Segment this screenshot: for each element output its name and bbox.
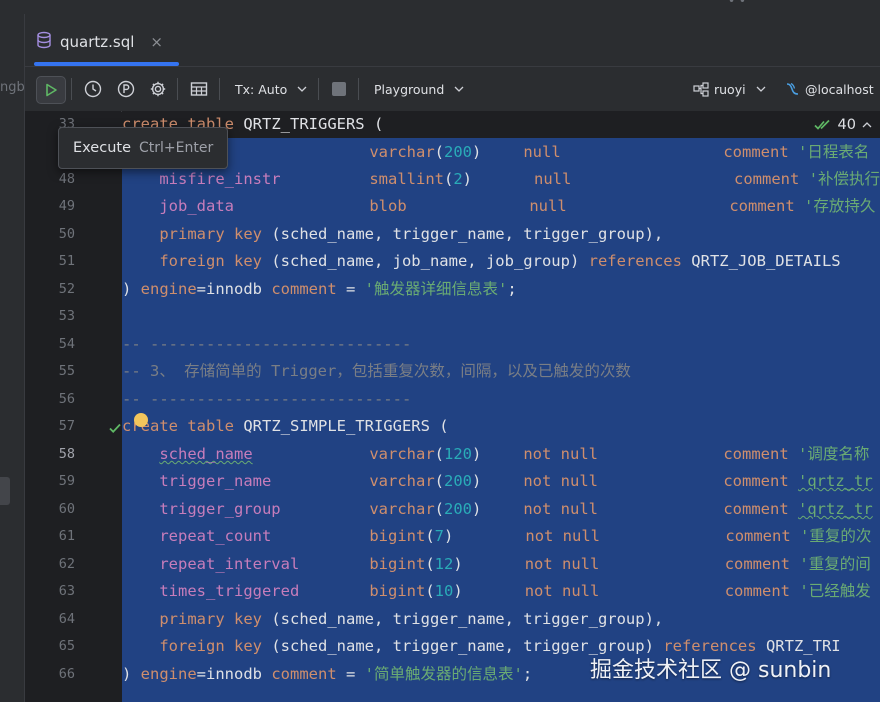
chevron-down-icon xyxy=(756,86,766,92)
window-top-strip: • • xyxy=(0,0,880,15)
line-number: 49 xyxy=(58,198,75,214)
stop-icon xyxy=(332,82,346,96)
double-check-icon xyxy=(813,119,830,130)
line-number: 66 xyxy=(58,666,75,682)
code-line: trigger_name varchar(200) not null comment … xyxy=(159,472,873,490)
line-number: 51 xyxy=(58,253,75,269)
editor-tab-bar: quartz.sql × xyxy=(25,14,880,67)
gear-icon xyxy=(150,81,166,97)
active-tab-indicator xyxy=(34,62,179,66)
editor-toolbar: Tx: Auto Playground ruoyi @localhost xyxy=(25,67,880,112)
execute-button[interactable] xyxy=(36,76,66,104)
schema-label: ruoyi xyxy=(714,81,746,97)
line-number: 56 xyxy=(58,391,75,407)
table-icon xyxy=(190,82,208,96)
line-number: 55 xyxy=(58,363,75,379)
tooltip-shortcut: Ctrl+Enter xyxy=(139,140,214,156)
playground-dropdown[interactable]: Playground xyxy=(374,76,464,102)
settings-button[interactable] xyxy=(146,76,170,102)
code-line: times_triggered bigint(10) not null comment… xyxy=(159,582,871,600)
database-file-icon xyxy=(36,31,52,53)
line-number-current: 58 xyxy=(58,446,75,462)
code-line: sched_name varchar(120) not null comment '调… xyxy=(159,445,870,463)
chevron-up-icon[interactable] xyxy=(862,122,872,128)
chevron-down-icon xyxy=(454,86,464,92)
line-number: 52 xyxy=(58,281,75,297)
line-number: 61 xyxy=(58,528,75,544)
code-line: repeat_count bigint(7) not null comment '重复… xyxy=(159,527,872,545)
tx-label: Tx: Auto xyxy=(235,81,288,97)
execute-tooltip: Execute Ctrl+Enter xyxy=(58,127,228,169)
code-line: foreign key (sched_name, job_name, job_g… xyxy=(159,252,841,270)
checkmark-icon xyxy=(109,423,121,433)
more-icon[interactable]: • • xyxy=(728,0,746,8)
watermark: 掘金技术社区 @ sunbin xyxy=(590,658,832,683)
close-tab-icon[interactable]: × xyxy=(150,33,163,51)
line-number: 60 xyxy=(58,501,75,517)
code-line: primary key (sched_name, trigger_name, t… xyxy=(159,225,664,243)
left-tool-panel: ngbo xyxy=(0,14,33,702)
toolbar-separator xyxy=(71,78,72,100)
schema-dropdown[interactable]: ruoyi xyxy=(693,76,766,102)
code-line: misfire_instr smallint(2) null comment '补偿执… xyxy=(159,170,880,188)
toolbar-separator xyxy=(177,78,178,100)
code-comment: -- ---------------------------- xyxy=(122,335,412,353)
line-number: 64 xyxy=(58,611,75,627)
history-button[interactable] xyxy=(81,76,105,102)
tab-label: quartz.sql xyxy=(60,33,135,51)
line-number: 53 xyxy=(58,308,75,324)
code-line: r_namevarchar(200)nullcomment '日程表名 xyxy=(159,143,870,161)
datasource-icon xyxy=(786,82,799,95)
line-number-gutter: 33 48 49 50 51 52 53 54 55 56 57 58 59 6… xyxy=(25,111,121,702)
line-number: 50 xyxy=(58,226,75,242)
intention-bulb-icon[interactable] xyxy=(134,413,148,427)
code-line: ) engine=innodb comment = '触发器详细信息表'; xyxy=(122,280,517,298)
code-line: create table QRTZ_SIMPLE_TRIGGERS ( xyxy=(122,417,449,435)
inspection-widget[interactable]: 40 xyxy=(813,117,872,133)
clock-icon xyxy=(84,80,102,98)
code-editor[interactable]: 40 create table QRTZ_TRIGGERS ( r_nameva… xyxy=(122,111,880,702)
code-line: trigger_group varchar(200) not null comment… xyxy=(159,500,873,518)
code-line: primary key (sched_name, trigger_name, t… xyxy=(159,610,664,628)
datasource-dropdown[interactable]: @localhost xyxy=(785,76,874,102)
table-view-button[interactable] xyxy=(187,76,211,102)
line-number: 59 xyxy=(58,473,75,489)
toolbar-separator xyxy=(318,78,319,100)
line-number: 57 xyxy=(58,418,75,434)
line-number: 62 xyxy=(58,556,75,572)
pin-button[interactable] xyxy=(114,76,138,102)
code-line: job_data blob null comment '存放持久 xyxy=(159,197,876,215)
playground-label: Playground xyxy=(374,81,445,97)
panel-selection-marker xyxy=(0,477,10,505)
code-line: repeat_interval bigint(12) not null comment… xyxy=(159,555,871,573)
code-comment: -- 3、 存储简单的 Trigger，包括重复次数，间隔，以及已触发的次数 xyxy=(122,362,631,380)
inspection-count: 40 xyxy=(837,117,856,133)
line-number: 65 xyxy=(58,638,75,654)
code-line: ) engine=innodb comment = '简单触发器的信息表'; xyxy=(122,665,533,683)
transaction-mode-dropdown[interactable]: Tx: Auto xyxy=(235,76,307,102)
tab-quartz-sql[interactable]: quartz.sql × xyxy=(36,30,163,54)
line-number: 48 xyxy=(58,171,75,187)
line-number: 63 xyxy=(58,583,75,599)
tooltip-title: Execute xyxy=(73,140,131,156)
code-comment: -- ---------------------------- xyxy=(122,390,412,408)
toolbar-separator xyxy=(358,78,359,100)
p-circle-icon xyxy=(117,80,135,98)
line-number: 54 xyxy=(58,336,75,352)
stop-button[interactable] xyxy=(328,76,350,102)
datasource-label: @localhost xyxy=(805,81,874,97)
toolbar-separator xyxy=(219,78,220,100)
schema-icon xyxy=(693,81,709,97)
play-icon xyxy=(46,83,57,97)
chevron-down-icon xyxy=(297,86,307,92)
